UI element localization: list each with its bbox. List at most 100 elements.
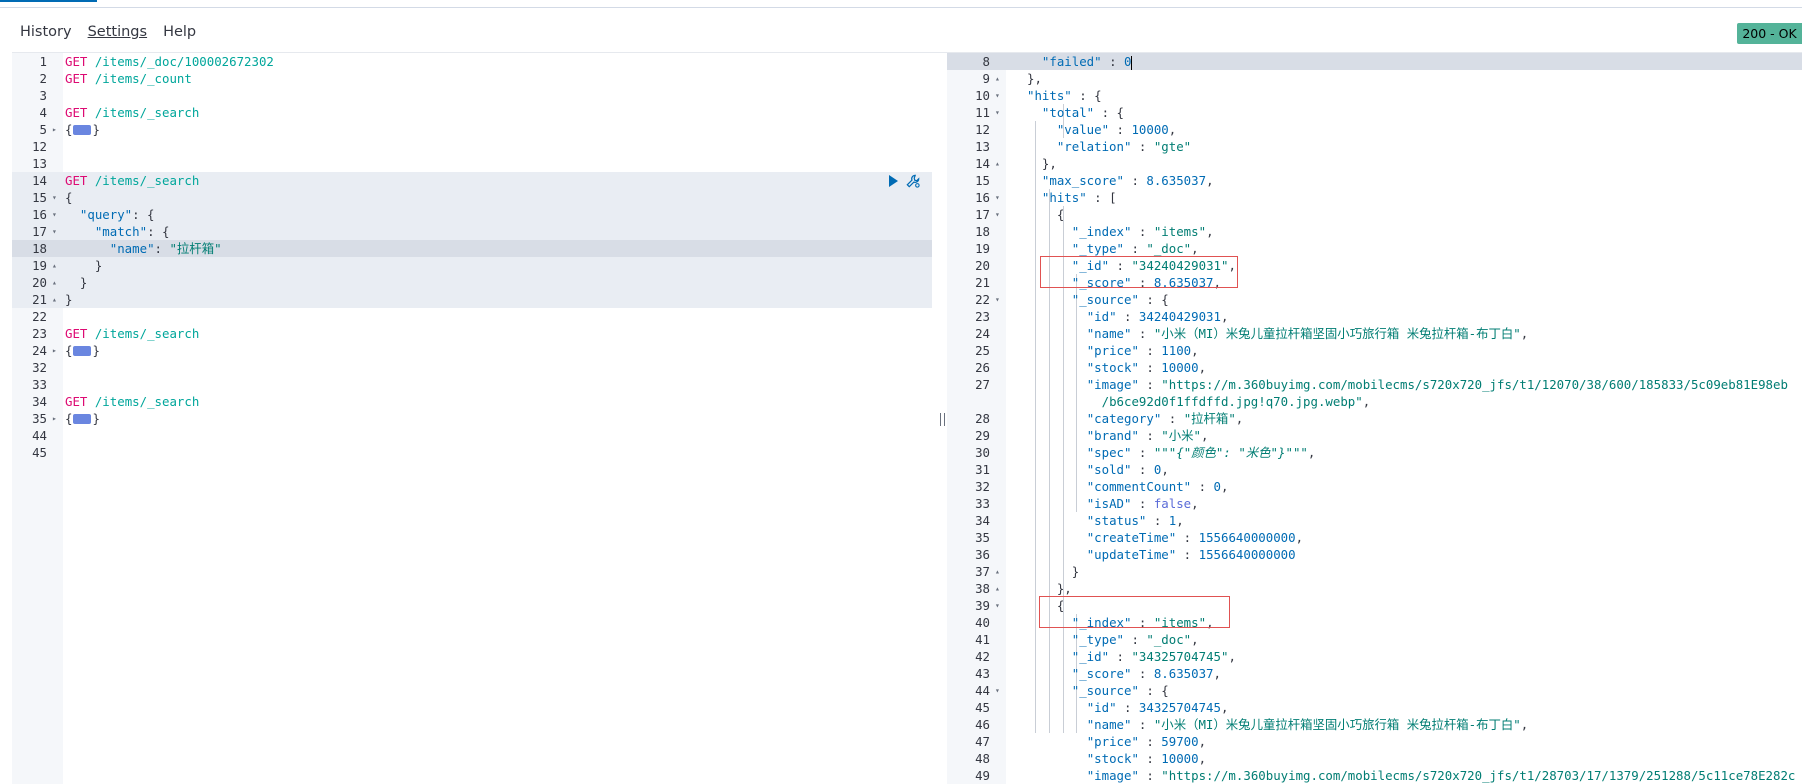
- request-line[interactable]: 14 GET /items/_search: [12, 172, 932, 189]
- fold-end-icon[interactable]: ▴: [52, 291, 57, 308]
- expand-fold-icon[interactable]: ▸: [52, 410, 57, 427]
- response-line[interactable]: 42 "_id" : "34325704745",: [947, 648, 1802, 665]
- response-line[interactable]: 37 ▴ }: [947, 563, 1802, 580]
- collapse-fold-icon[interactable]: ▾: [995, 104, 1000, 121]
- fold-end-icon[interactable]: ▴: [995, 70, 1000, 87]
- request-editor[interactable]: 1 GET /items/_doc/100002672302 2 GET /items…: [12, 53, 932, 784]
- response-line[interactable]: 49 "image" : "https://m.360buyimg.com/mo…: [947, 767, 1802, 784]
- collapse-fold-icon[interactable]: ▾: [995, 291, 1000, 308]
- response-line[interactable]: 40 "_index" : "items",: [947, 614, 1802, 631]
- request-line[interactable]: 16 ▾ "query": {: [12, 206, 932, 223]
- response-line[interactable]: 48 "stock" : 10000,: [947, 750, 1802, 767]
- response-line[interactable]: 24 "name" : "小米（MI）米兔儿童拉杆箱坚固小巧旅行箱 米兔拉杆箱-…: [947, 325, 1802, 342]
- collapse-fold-icon[interactable]: ▾: [995, 189, 1000, 206]
- wrench-icon[interactable]: [906, 174, 920, 188]
- request-lines[interactable]: 1 GET /items/_doc/100002672302 2 GET /items…: [12, 53, 932, 461]
- resize-handle-icon[interactable]: [940, 413, 945, 426]
- collapsed-block-icon[interactable]: [73, 345, 92, 356]
- request-line[interactable]: 15 ▾ {: [12, 189, 932, 206]
- fold-end-icon[interactable]: ▴: [995, 580, 1000, 597]
- response-lines[interactable]: 8 "failed" : 0 9 ▴}, 10 ▾ "hits" : {11 ▾ "tota…: [947, 53, 1802, 784]
- response-line[interactable]: 21 "_score" : 8.635037,: [947, 274, 1802, 291]
- response-line[interactable]: 36 "updateTime" : 1556640000000: [947, 546, 1802, 563]
- response-line[interactable]: 27 "image" : "https://m.360buyimg.com/mo…: [947, 376, 1802, 393]
- response-line[interactable]: 26 "stock" : 10000,: [947, 359, 1802, 376]
- request-line[interactable]: 13: [12, 155, 932, 172]
- request-line[interactable]: 4 GET /items/_search: [12, 104, 932, 121]
- collapse-fold-icon[interactable]: ▾: [995, 597, 1000, 614]
- response-line[interactable]: 30 "spec" : """{"颜色": "米色"}""",: [947, 444, 1802, 461]
- request-line[interactable]: 19 ▴ }: [12, 257, 932, 274]
- response-line[interactable]: 23 "id" : 34240429031,: [947, 308, 1802, 325]
- response-line[interactable]: /b6ce92d0f1ffdffd.jpg!q70.jpg.webp",: [947, 393, 1802, 410]
- response-line[interactable]: 47 "price" : 59700,: [947, 733, 1802, 750]
- response-line[interactable]: 35 "createTime" : 1556640000000,: [947, 529, 1802, 546]
- request-line[interactable]: 44: [12, 427, 932, 444]
- response-line[interactable]: 9 ▴},: [947, 70, 1802, 87]
- request-line[interactable]: 20 ▴ }: [12, 274, 932, 291]
- response-line[interactable]: 28 "category" : "拉杆箱",: [947, 410, 1802, 427]
- request-line[interactable]: 12: [12, 138, 932, 155]
- request-line[interactable]: 24 ▸ {}: [12, 342, 932, 359]
- response-line[interactable]: 13 "relation" : "gte": [947, 138, 1802, 155]
- response-line[interactable]: 39 ▾ {: [947, 597, 1802, 614]
- request-line[interactable]: 18 "name": "拉杆箱": [12, 240, 932, 257]
- collapse-fold-icon[interactable]: ▾: [995, 682, 1000, 699]
- response-line[interactable]: 33 "isAD" : false,: [947, 495, 1802, 512]
- response-editor[interactable]: 8 "failed" : 0 9 ▴}, 10 ▾ "hits" : {11 ▾ "tota…: [947, 53, 1802, 784]
- collapse-fold-icon[interactable]: ▾: [995, 206, 1000, 223]
- collapsed-block-icon[interactable]: [73, 413, 92, 424]
- response-line[interactable]: 12 "value" : 10000,: [947, 121, 1802, 138]
- request-line[interactable]: 32: [12, 359, 932, 376]
- request-line[interactable]: 1 GET /items/_doc/100002672302: [12, 53, 932, 70]
- request-line[interactable]: 33: [12, 376, 932, 393]
- response-line[interactable]: 19 "_type" : "_doc",: [947, 240, 1802, 257]
- request-line[interactable]: 23 GET /items/_search: [12, 325, 932, 342]
- response-line[interactable]: 17 ▾ {: [947, 206, 1802, 223]
- response-line[interactable]: 18 "_index" : "items",: [947, 223, 1802, 240]
- response-line[interactable]: 8 "failed" : 0: [947, 53, 1802, 70]
- request-line[interactable]: 2 GET /items/_count: [12, 70, 932, 87]
- expand-fold-icon[interactable]: ▸: [52, 121, 57, 138]
- fold-end-icon[interactable]: ▴: [52, 274, 57, 291]
- play-icon[interactable]: [889, 174, 898, 187]
- response-line[interactable]: 16 ▾ "hits" : [: [947, 189, 1802, 206]
- request-line[interactable]: 17 ▾ "match": {: [12, 223, 932, 240]
- request-line[interactable]: 22: [12, 308, 932, 325]
- response-line[interactable]: 31 "sold" : 0,: [947, 461, 1802, 478]
- response-line[interactable]: 38 ▴ },: [947, 580, 1802, 597]
- settings-link[interactable]: Settings: [88, 24, 147, 40]
- response-line[interactable]: 10 ▾ "hits" : {: [947, 87, 1802, 104]
- collapsed-block-icon[interactable]: [73, 124, 92, 135]
- collapse-fold-icon[interactable]: ▾: [52, 223, 57, 240]
- response-line[interactable]: 20 "_id" : "34240429031",: [947, 257, 1802, 274]
- fold-end-icon[interactable]: ▴: [995, 155, 1000, 172]
- help-link[interactable]: Help: [163, 24, 196, 40]
- response-line[interactable]: 41 "_type" : "_doc",: [947, 631, 1802, 648]
- response-line[interactable]: 34 "status" : 1,: [947, 512, 1802, 529]
- collapse-fold-icon[interactable]: ▾: [995, 87, 1000, 104]
- response-line[interactable]: 14 ▴ },: [947, 155, 1802, 172]
- response-line[interactable]: 32 "commentCount" : 0,: [947, 478, 1802, 495]
- response-line[interactable]: 45 "id" : 34325704745,: [947, 699, 1802, 716]
- request-line[interactable]: 3: [12, 87, 932, 104]
- response-line[interactable]: 25 "price" : 1100,: [947, 342, 1802, 359]
- response-line[interactable]: 29 "brand" : "小米",: [947, 427, 1802, 444]
- request-line[interactable]: 45: [12, 444, 932, 461]
- collapse-fold-icon[interactable]: ▾: [52, 206, 57, 223]
- request-line[interactable]: 35 ▸ {}: [12, 410, 932, 427]
- request-line[interactable]: 34 GET /items/_search: [12, 393, 932, 410]
- response-line[interactable]: 22 ▾ "_source" : {: [947, 291, 1802, 308]
- response-line[interactable]: 44 ▾ "_source" : {: [947, 682, 1802, 699]
- response-line[interactable]: 43 "_score" : 8.635037,: [947, 665, 1802, 682]
- request-line[interactable]: 5 ▸ {}: [12, 121, 932, 138]
- expand-fold-icon[interactable]: ▸: [52, 342, 57, 359]
- fold-end-icon[interactable]: ▴: [995, 563, 1000, 580]
- request-line[interactable]: 21 ▴}: [12, 291, 932, 308]
- history-link[interactable]: History: [20, 24, 72, 40]
- fold-end-icon[interactable]: ▴: [52, 257, 57, 274]
- response-line[interactable]: 11 ▾ "total" : {: [947, 104, 1802, 121]
- response-line[interactable]: 46 "name" : "小米（MI）米兔儿童拉杆箱坚固小巧旅行箱 米兔拉杆箱-…: [947, 716, 1802, 733]
- response-line[interactable]: 15 "max_score" : 8.635037,: [947, 172, 1802, 189]
- collapse-fold-icon[interactable]: ▾: [52, 189, 57, 206]
